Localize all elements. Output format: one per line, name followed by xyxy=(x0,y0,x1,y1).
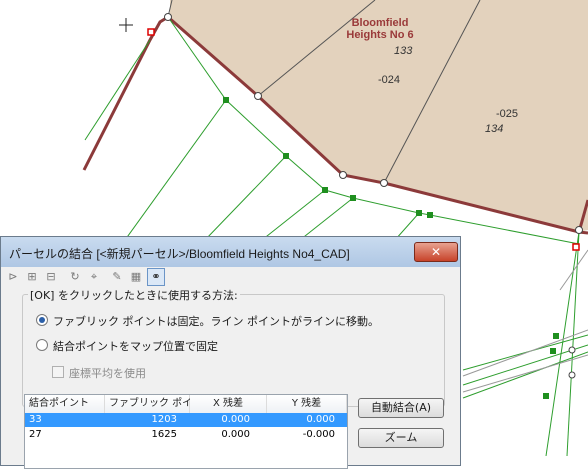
option-map-fixed[interactable]: 結合ポイントをマップ位置で固定 xyxy=(36,338,218,354)
red-point xyxy=(572,243,580,251)
parcel-number-label: -025 xyxy=(496,108,519,120)
pan-tool-icon[interactable]: ⊟ xyxy=(43,269,59,285)
radio-button-icon[interactable] xyxy=(36,339,48,351)
cell-x-residual: 0.000 xyxy=(221,414,250,425)
option-fabric-fixed-label: ファブリック ポイントは固定。ライン ポイントがラインに移動。 xyxy=(53,315,379,328)
auto-join-button[interactable]: 自動結合(A) xyxy=(358,398,444,418)
join-parcels-dialog: パーセルの結合 [<新規パーセル>/Bloomfield Heights No4… xyxy=(0,236,461,469)
gray-lines xyxy=(462,249,588,393)
option-fabric-fixed[interactable]: ファブリック ポイントは固定。ライン ポイントがラインに移動。 xyxy=(36,313,379,329)
link-points-icon[interactable]: ⚭ xyxy=(147,268,165,286)
cell-y-residual: 0.000 xyxy=(306,414,335,425)
average-coordinates-checkbox[interactable]: 座標平均を使用 xyxy=(52,365,146,381)
cell-join-point: 33 xyxy=(29,414,42,425)
parcel-title-line1: Bloomfield xyxy=(351,17,409,29)
column-header-y-residual[interactable]: Y 残差 xyxy=(267,395,347,413)
cell-join-point: 27 xyxy=(29,429,42,440)
column-header-fabric-point[interactable]: ファブリック ポイ... xyxy=(105,395,202,413)
parcel-number-label: 134 xyxy=(485,123,504,135)
dialog-titlebar[interactable]: パーセルの結合 [<新規パーセル>/Bloomfield Heights No4… xyxy=(1,237,460,267)
parcel-number-label: -024 xyxy=(378,74,401,86)
dialog-title: パーセルの結合 [<新規パーセル>/Bloomfield Heights No4… xyxy=(9,247,350,261)
table-icon[interactable]: ▦ xyxy=(128,269,144,285)
join-tool-icon[interactable]: ⊳ xyxy=(5,269,21,285)
cell-y-residual: -0.000 xyxy=(302,429,335,440)
parcel-title: Bloomfield Heights No 6 xyxy=(325,17,435,41)
checkbox-label: 座標平均を使用 xyxy=(69,367,146,380)
red-point xyxy=(147,28,155,36)
cell-fabric-point: 1203 xyxy=(151,414,177,425)
cell-fabric-point: 1625 xyxy=(151,429,177,440)
refresh-icon[interactable]: ↻ xyxy=(67,269,83,285)
table-row[interactable]: 27 1625 0.000 -0.000 xyxy=(25,428,347,442)
select-tool-icon[interactable]: ⊞ xyxy=(24,269,40,285)
group-label: [OK] をクリックしたときに使用する方法: xyxy=(28,287,240,303)
parcel-title-line2: Heights No 6 xyxy=(346,29,414,41)
zoom-button[interactable]: ズーム xyxy=(358,428,444,448)
parcel-number-label: 133 xyxy=(394,45,413,57)
table-row[interactable]: 33 1203 0.000 0.000 xyxy=(25,413,347,427)
checkbox-icon[interactable] xyxy=(52,366,64,378)
join-points-table: 結合ポイント ファブリック ポイ... X 残差 Y 残差 33 1203 0.… xyxy=(24,394,348,469)
column-header-join-point[interactable]: 結合ポイント xyxy=(25,395,105,413)
edit-icon[interactable]: ✎ xyxy=(109,269,125,285)
radio-button-icon[interactable] xyxy=(36,314,48,326)
column-header-x-residual[interactable]: X 残差 xyxy=(190,395,267,413)
zoom-extent-icon[interactable]: ⌖ xyxy=(86,269,102,285)
close-button[interactable]: ✕ xyxy=(414,242,458,262)
cell-x-residual: 0.000 xyxy=(221,429,250,440)
option-map-fixed-label: 結合ポイントをマップ位置で固定 xyxy=(53,340,218,353)
